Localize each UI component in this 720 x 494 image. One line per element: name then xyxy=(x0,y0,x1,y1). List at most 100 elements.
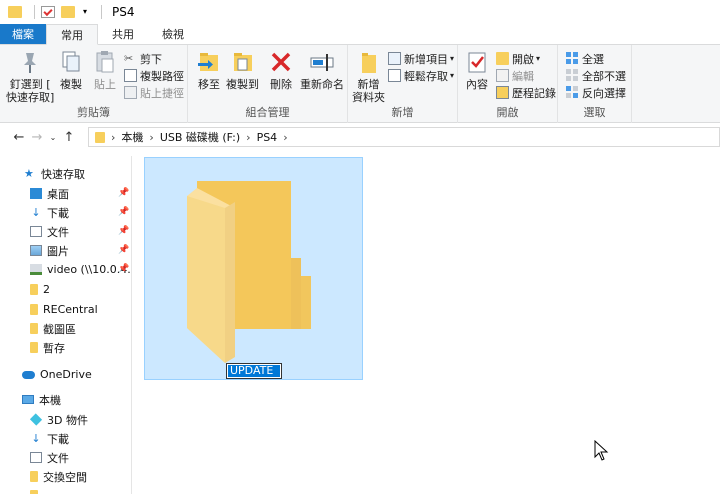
breadcrumb-usb-drive[interactable]: USB 磁碟機 (F:) xyxy=(160,129,240,145)
easy-access-button[interactable]: 輕鬆存取 ▾ xyxy=(388,67,454,84)
breadcrumb-chevron-icon[interactable]: › xyxy=(111,131,115,144)
delete-label: 刪除 xyxy=(270,78,292,91)
pin-icon[interactable]: 📌 xyxy=(118,207,129,217)
download-arrow-icon: ↓ xyxy=(31,432,41,445)
nav-item-pc-downloads[interactable]: ↓ 下載 xyxy=(30,429,69,448)
new-item-button[interactable]: 新增項目 ▾ xyxy=(388,50,454,67)
nav-item-2[interactable]: 2 xyxy=(30,280,50,299)
pin-icon[interactable]: 📌 xyxy=(118,264,129,274)
paste-button[interactable]: 貼上 xyxy=(92,49,118,91)
nav-item-desktop[interactable]: 桌面 xyxy=(30,184,69,203)
copy-to-button[interactable]: 複製到 xyxy=(226,49,259,91)
cut-button[interactable]: ✂ 剪下 xyxy=(124,50,162,67)
pin-icon[interactable]: 📌 xyxy=(118,188,129,198)
nav-item-3d-objects[interactable]: 3D 物件 xyxy=(29,410,88,429)
up-arrow-icon[interactable]: ↑ xyxy=(60,130,78,145)
paste-label: 貼上 xyxy=(94,78,116,91)
nav-item-screenshots[interactable]: 截圖區 xyxy=(30,319,76,338)
new-item-label: 新增項目 xyxy=(404,52,448,66)
recent-locations-chevron-icon[interactable]: ⌄ xyxy=(46,133,60,142)
tab-home[interactable]: 常用 xyxy=(46,24,98,45)
select-group-label: 選取 xyxy=(583,106,606,119)
nav-item-video-network[interactable]: video (\\10.0.4. xyxy=(30,260,131,279)
nav-item-downloads[interactable]: ↓ 下載 xyxy=(30,203,69,222)
folder-icon xyxy=(30,323,38,334)
tab-file[interactable]: 檔案 xyxy=(0,24,46,44)
nav-item-recentral[interactable]: RECentral xyxy=(30,300,98,319)
download-arrow-icon: ↓ xyxy=(31,206,41,219)
tab-share[interactable]: 共用 xyxy=(98,24,148,44)
document-icon xyxy=(30,226,42,237)
move-to-label: 移至 xyxy=(198,78,220,91)
network-drive-icon xyxy=(30,264,42,275)
nav-quick-access[interactable]: ★ 快速存取 xyxy=(24,164,85,183)
rename-icon xyxy=(309,49,335,75)
new-folder-quick-icon[interactable] xyxy=(61,6,75,18)
nav-item-swap-space[interactable]: 交換空間 xyxy=(30,467,87,486)
paste-shortcut-label: 貼上捷徑 xyxy=(140,86,184,100)
pin-icon[interactable]: 📌 xyxy=(118,245,129,255)
easy-access-icon xyxy=(388,69,401,82)
select-none-icon xyxy=(566,69,579,82)
nav-label: RECentral xyxy=(43,303,98,316)
properties-label: 內容 xyxy=(466,78,488,91)
new-folder-button[interactable]: 新增 資料夾 xyxy=(352,49,385,104)
rename-textbox[interactable]: UPDATE xyxy=(226,363,282,379)
rename-button[interactable]: 重新命名 xyxy=(300,49,344,91)
nav-item-pictures[interactable]: 圖片 xyxy=(30,241,69,260)
history-button[interactable]: 歷程記錄 xyxy=(496,84,556,101)
select-none-button[interactable]: 全部不選 xyxy=(566,67,626,84)
breadcrumb-chevron-icon[interactable]: › xyxy=(149,131,153,144)
forward-arrow-icon[interactable]: → xyxy=(28,130,46,145)
clipboard-group-label: 剪貼簿 xyxy=(77,106,110,119)
new-group: 新增 資料夾 新增項目 ▾ 輕鬆存取 ▾ 新增 xyxy=(348,45,458,123)
nav-this-pc[interactable]: 本機 xyxy=(22,390,61,409)
window-title: PS4 xyxy=(112,5,135,19)
nav-label: 圖片 xyxy=(47,244,69,258)
properties-quick-icon[interactable] xyxy=(41,6,55,18)
delete-button[interactable]: 刪除 xyxy=(268,49,294,91)
copy-to-label: 複製到 xyxy=(226,78,259,91)
address-bar[interactable]: › 本機 › USB 磁碟機 (F:) › PS4 › xyxy=(88,127,720,147)
nav-item-partial[interactable] xyxy=(30,486,43,494)
copy-path-button[interactable]: 複製路徑 xyxy=(124,67,184,84)
pin-icon[interactable]: 📌 xyxy=(118,226,129,236)
pin-label-1: 釘選到 [ xyxy=(9,78,51,91)
breadcrumb-chevron-icon[interactable]: › xyxy=(283,131,287,144)
paste-shortcut-button[interactable]: 貼上捷徑 xyxy=(124,84,184,101)
invert-selection-button[interactable]: 反向選擇 xyxy=(566,84,626,101)
select-all-button[interactable]: 全選 xyxy=(566,50,604,67)
edit-button[interactable]: 編輯 xyxy=(496,67,534,84)
tab-view[interactable]: 檢視 xyxy=(148,24,198,44)
nav-label: 2 xyxy=(43,283,50,296)
move-to-button[interactable]: 移至 xyxy=(196,49,222,91)
breadcrumb-this-pc[interactable]: 本機 xyxy=(121,129,143,145)
back-arrow-icon[interactable]: ← xyxy=(10,130,28,145)
title-bar: ▾ PS4 xyxy=(0,0,720,24)
move-to-icon xyxy=(196,49,222,75)
nav-label: 快速存取 xyxy=(41,167,85,181)
chevron-down-icon[interactable]: ▾ xyxy=(81,6,89,18)
folder-tile-selected[interactable] xyxy=(144,157,363,380)
nav-item-pc-documents[interactable]: 文件 xyxy=(30,448,69,467)
document-icon xyxy=(30,452,42,463)
breadcrumb-chevron-icon[interactable]: › xyxy=(246,131,250,144)
breadcrumb-ps4[interactable]: PS4 xyxy=(257,131,278,144)
open-folder-icon xyxy=(496,52,509,65)
open-button[interactable]: 開啟 ▾ xyxy=(496,50,540,67)
folder-icon xyxy=(95,131,105,143)
copy-button[interactable]: 複製 xyxy=(58,49,84,91)
scissors-icon: ✂ xyxy=(124,52,134,65)
invert-selection-label: 反向選擇 xyxy=(582,86,626,100)
copy-to-icon xyxy=(230,49,256,75)
pin-quick-access-button[interactable]: 釘選到 [ 快速存取] xyxy=(6,49,54,104)
organize-group-label: 組合管理 xyxy=(245,106,290,119)
nav-item-temp[interactable]: 暫存 xyxy=(30,338,65,357)
properties-button[interactable]: 內容 xyxy=(464,49,490,91)
new-folder-icon xyxy=(356,49,382,75)
nav-onedrive[interactable]: OneDrive xyxy=(22,365,92,384)
folder-name-input[interactable]: UPDATE xyxy=(228,365,280,377)
nav-label: 下載 xyxy=(47,206,69,220)
nav-item-documents[interactable]: 文件 xyxy=(30,222,69,241)
chevron-down-icon: ▾ xyxy=(450,71,455,80)
